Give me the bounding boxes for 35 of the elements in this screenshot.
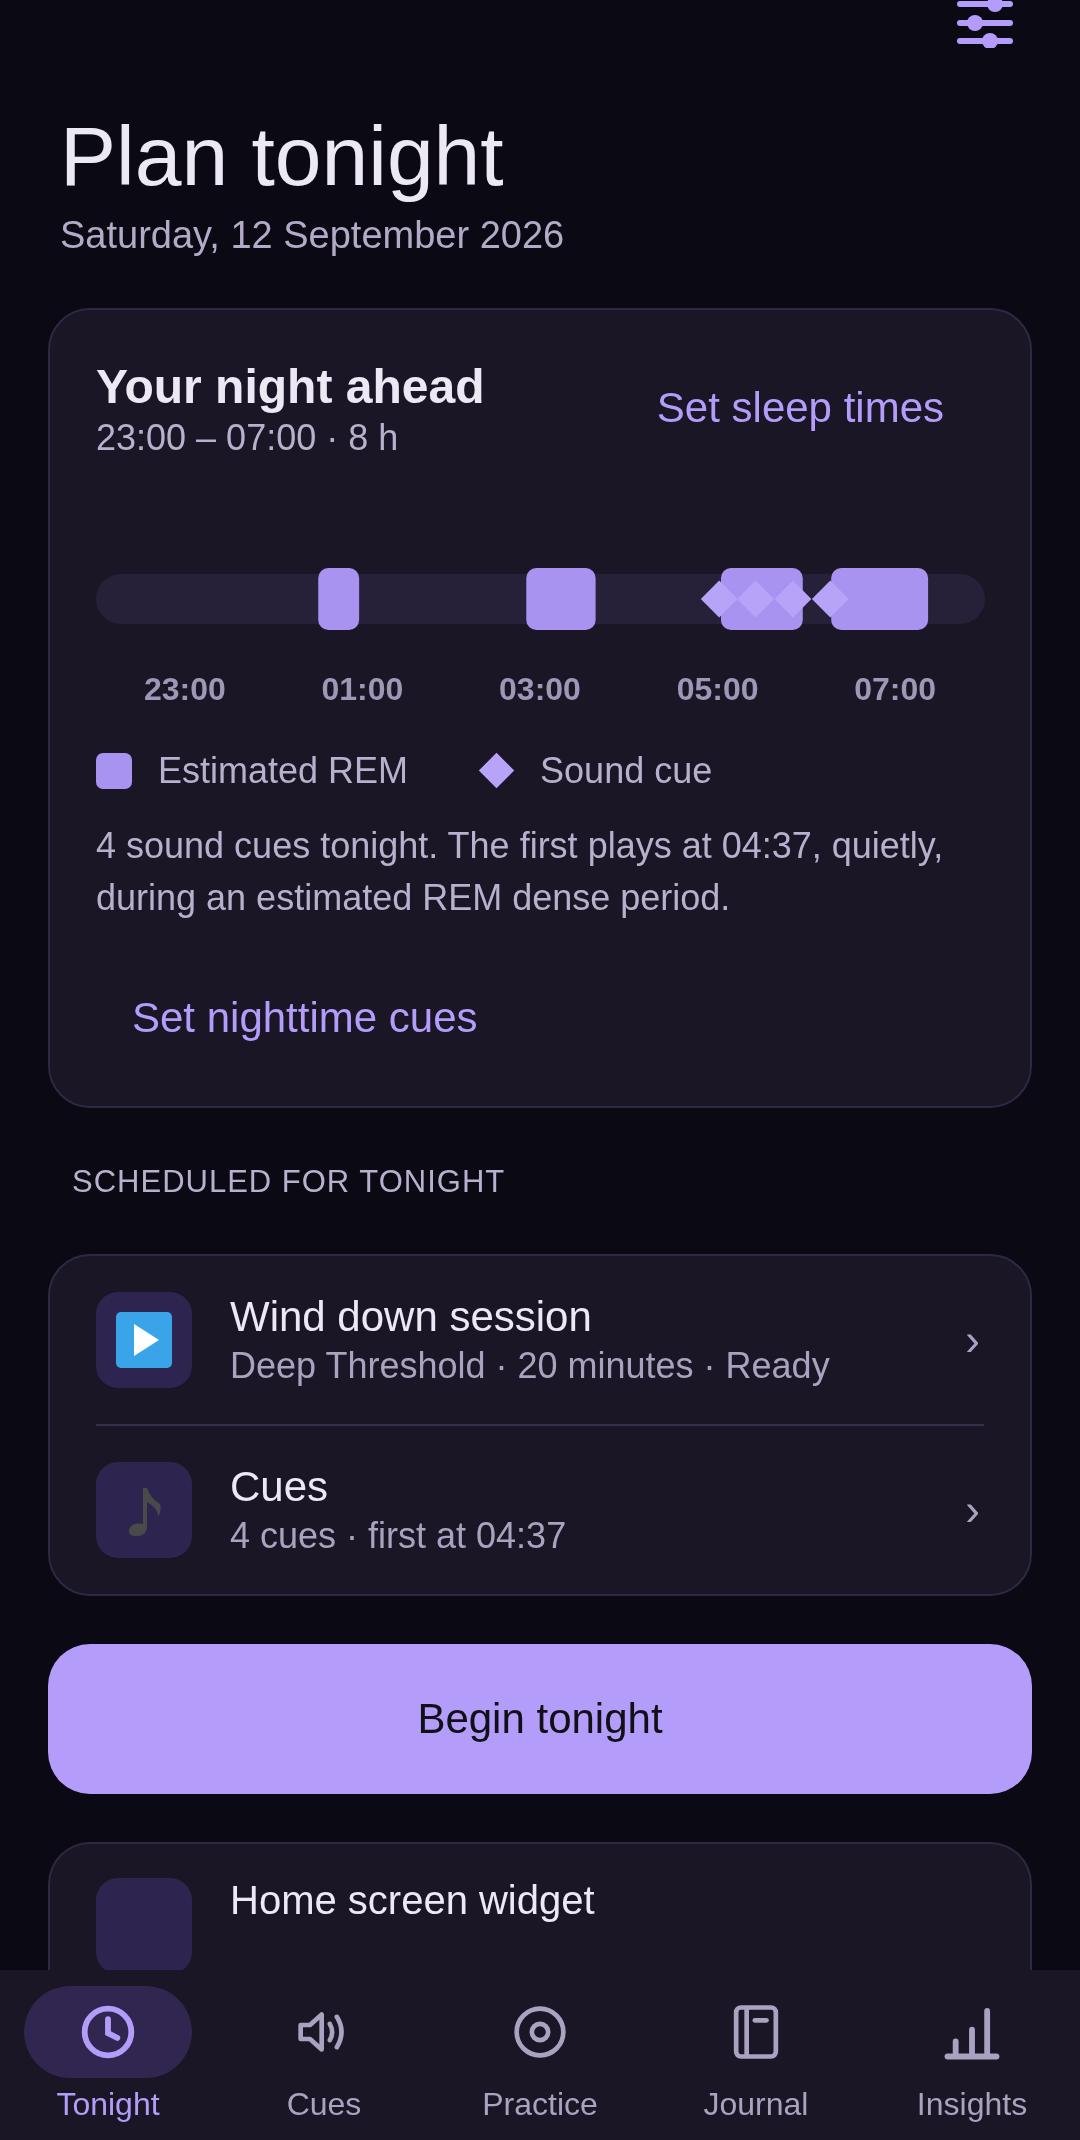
chevron-icon: ›	[965, 1485, 984, 1536]
nav-tab[interactable]: Cues	[216, 1986, 432, 2140]
time-label: 03:00	[498, 670, 582, 708]
legend-label: Sound cue	[540, 749, 713, 792]
target-icon	[512, 2004, 568, 2060]
widget-title: Home screen widget	[230, 1878, 595, 1923]
item-subtitle: 4 cues · first at 04:37	[230, 1513, 568, 1558]
begin-tonight-button[interactable]: Begin tonight	[48, 1644, 1032, 1795]
section-title: SCHEDULED FOR TONIGHT	[72, 1164, 507, 1201]
time-label: 01:00	[320, 670, 405, 708]
scheduled-item[interactable]: Wind down session Deep Threshold · 20 minutes · Ready ›	[96, 1256, 984, 1425]
legend-label: Estimated REM	[158, 749, 409, 792]
nav-tab[interactable]: Tonight	[0, 1986, 216, 2140]
item-subtitle: Deep Threshold · 20 minutes · Ready	[230, 1343, 831, 1388]
nav-tab[interactable]: Journal	[648, 1986, 864, 2140]
date-text: Saturday, 12 September 2026	[60, 212, 566, 258]
time-range: 23:00 – 07:00 · 8 h	[96, 415, 400, 459]
summary-text: 4 sound cues tonight. The first plays at 04:37, quietly, during an estimated REM dense period.	[96, 823, 945, 920]
item-title: Wind down session	[230, 1292, 593, 1343]
nav-tab[interactable]: Practice	[432, 1986, 648, 2140]
chevron-icon: ›	[965, 1315, 984, 1366]
settings-icon[interactable]	[955, 0, 1015, 48]
card-title: Your night ahead	[96, 359, 485, 415]
time-label: 05:00	[675, 670, 760, 708]
scheduled-item[interactable]: Cues 4 cues · first at 04:37 ›	[96, 1426, 984, 1595]
set-sleep-times-button[interactable]: Set sleep times	[616, 364, 984, 453]
clock-icon	[80, 2004, 136, 2060]
item-title: Cues	[230, 1462, 330, 1513]
time-label: 23:00	[142, 670, 227, 708]
page-title: Plan tonight	[60, 108, 505, 205]
rem-legend-icon	[96, 752, 132, 789]
set-nighttime-cues-button[interactable]: Set nighttime cues	[96, 980, 514, 1057]
play-icon	[116, 1312, 172, 1369]
time-label: 07:00	[853, 670, 938, 708]
nav-tab[interactable]: Insights	[864, 1986, 1080, 2140]
